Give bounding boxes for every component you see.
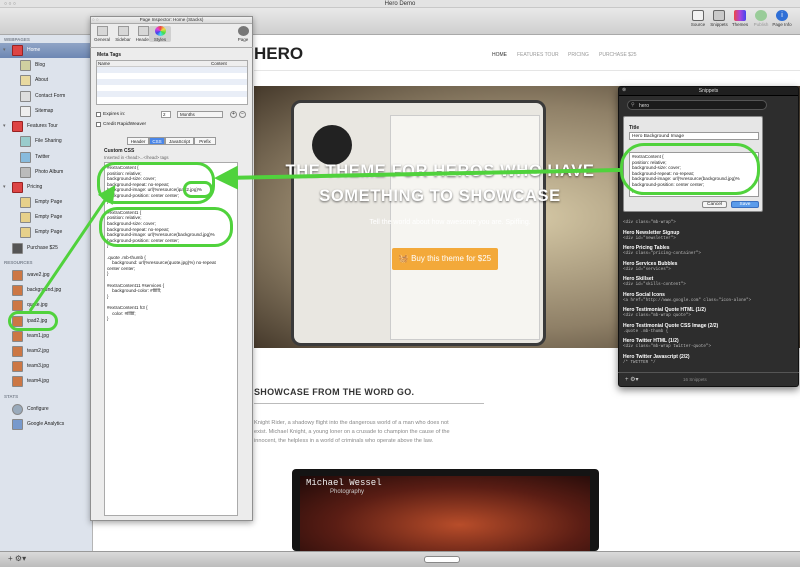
view-toggle[interactable]: [424, 556, 460, 563]
arrow-snippet-to-css: [214, 165, 621, 190]
annotation-arrows: [28, 165, 621, 312]
rapidweaver-window: ○ ○ ○ Hero Demo Source Snippets Themes P…: [0, 0, 800, 567]
arrow-sidebar-to-css: [28, 185, 116, 312]
bottom-bar: + ⚙▾: [0, 551, 800, 567]
add-page-button[interactable]: + ⚙▾: [8, 554, 26, 563]
